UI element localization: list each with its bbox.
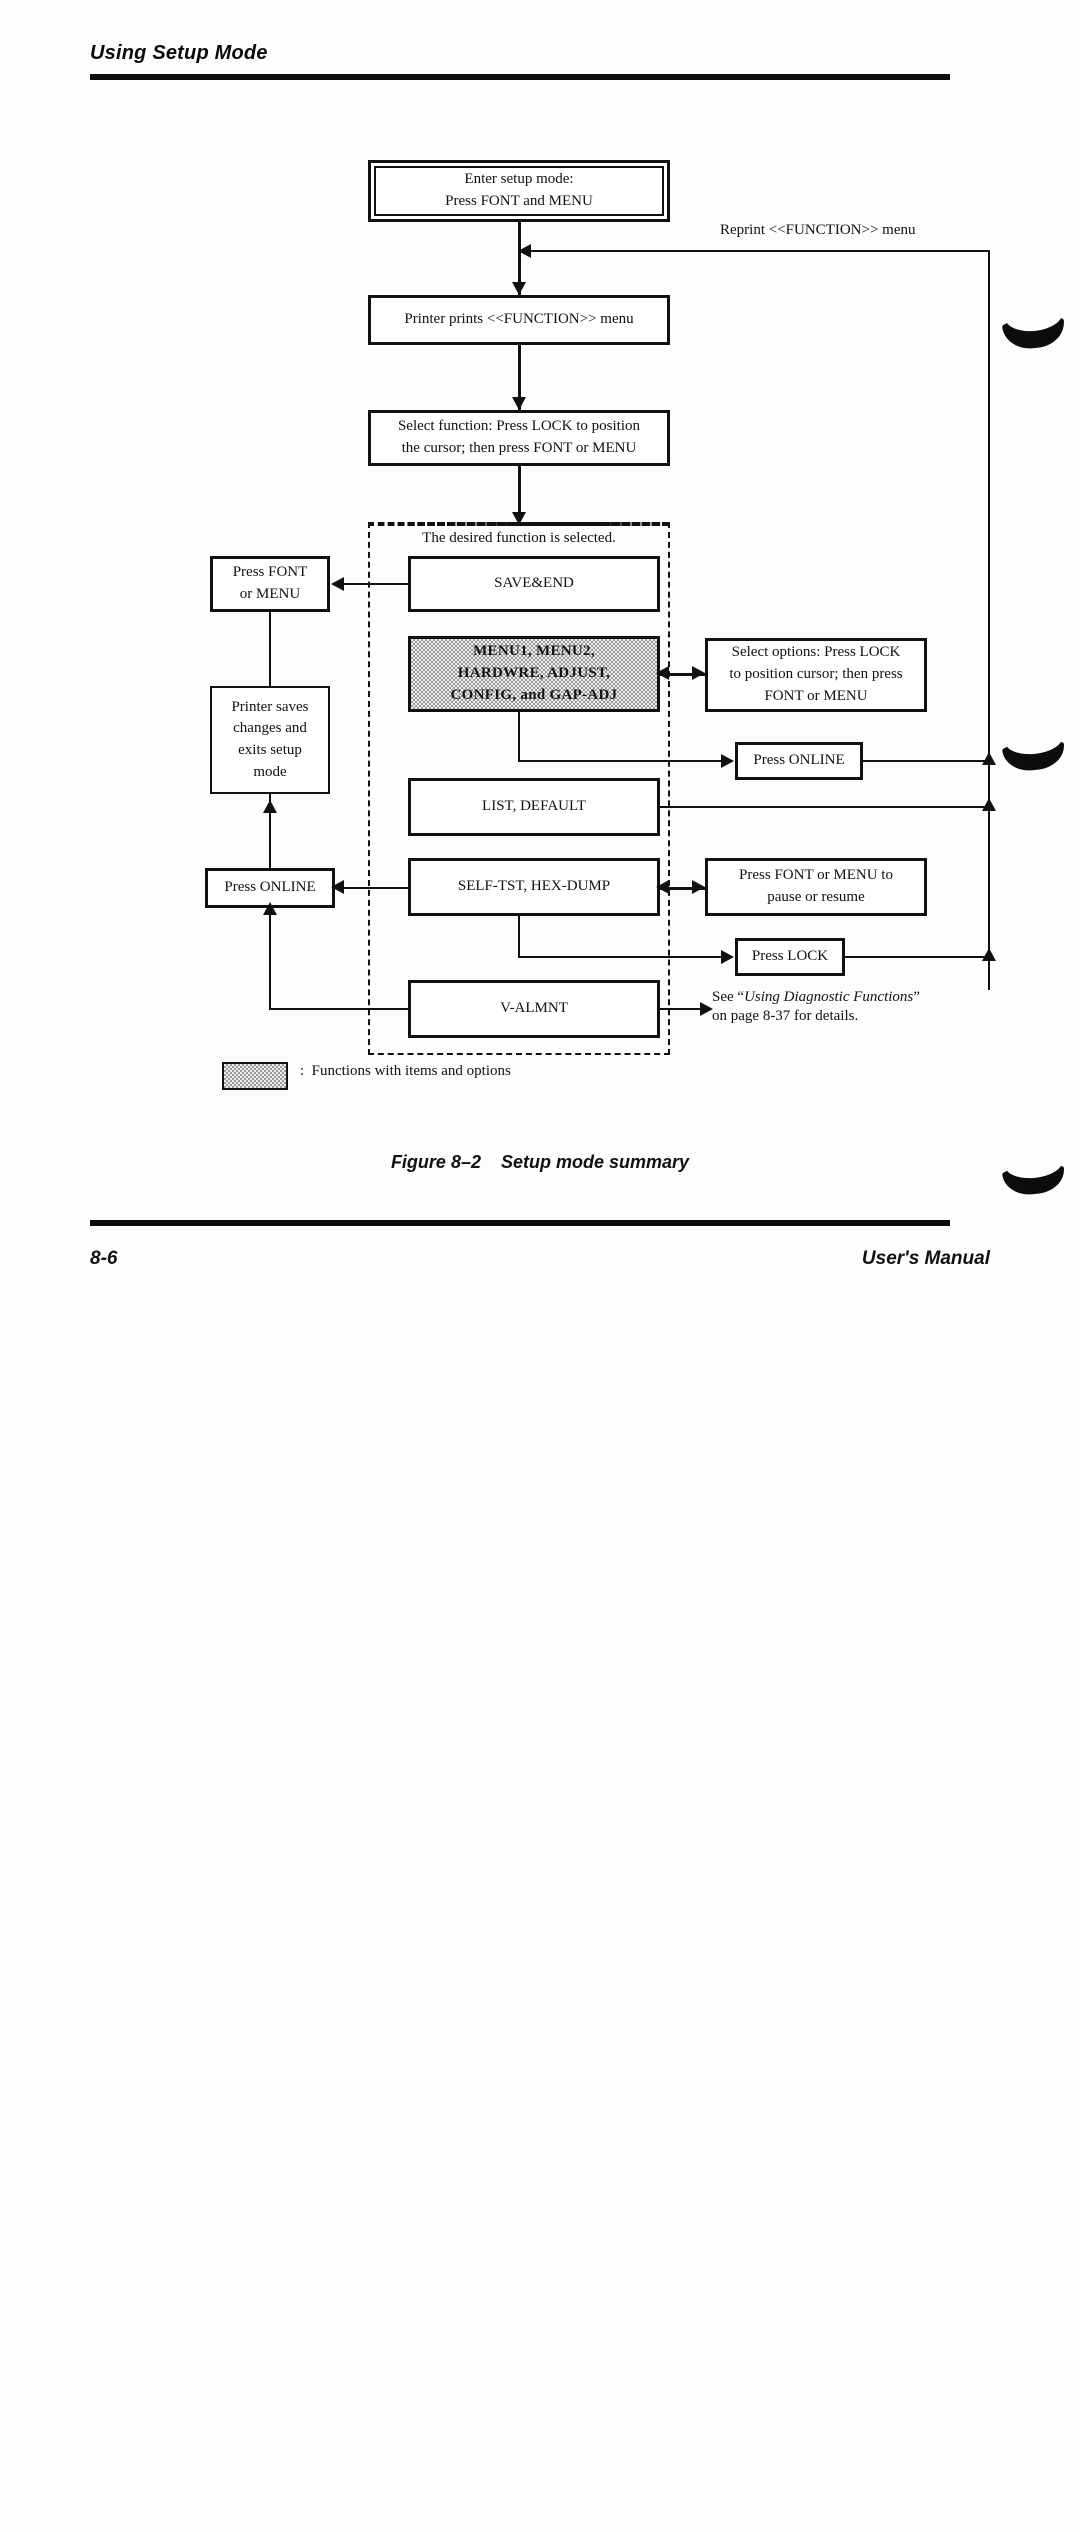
node-self-test-hex-dump[interactable]: SELF-TST, HEX-DUMP — [408, 858, 660, 916]
node-press-online-left-label: Press ONLINE — [224, 879, 316, 896]
legend-separator: : — [300, 1063, 305, 1079]
edge-selftest-to-lock — [518, 956, 723, 958]
node-printer-prints-label: Printer prints <<FUNCTION>> menu — [404, 311, 634, 328]
node-printer-saves-line1: Printer saves — [231, 698, 309, 715]
edge-menu-down — [518, 712, 520, 761]
manual-page: Using Setup Mode 8-6 User's Manual The d… — [0, 0, 1080, 2532]
edge-selftest-to-online — [341, 887, 409, 889]
edge-reprint-return — [520, 250, 990, 252]
arrowhead-right — [721, 754, 734, 768]
node-save-and-end-label: SAVE&END — [494, 575, 574, 592]
node-enter-setup-line2: Press FONT and MENU — [445, 193, 593, 209]
scan-artifact-smudge — [1001, 738, 1067, 774]
node-select-function[interactable]: Select function: Press LOCK to position … — [368, 410, 670, 466]
arrowhead-down — [512, 282, 526, 295]
node-press-font-or-menu[interactable]: Press FONT or MENU — [210, 556, 330, 612]
node-self-test-label: SELF-TST, HEX-DUMP — [457, 878, 611, 895]
diagnostic-note: See “Using Diagnostic Functions” on page… — [712, 988, 992, 1026]
edge-online-to-bus — [863, 760, 990, 762]
node-printer-saves-line3: exits setup — [238, 742, 302, 758]
node-select-options[interactable]: Select options: Press LOCK to position c… — [705, 638, 927, 712]
edge-valmnt-riser — [269, 908, 271, 1009]
node-menu-group-line3: CONFIG, and GAP-ADJ — [450, 686, 618, 703]
arrowhead-up — [263, 800, 277, 813]
arrowhead-left — [656, 666, 669, 680]
legend-shaded-swatch — [222, 1062, 288, 1090]
node-press-font-or-menu-line1: Press FONT — [232, 564, 308, 581]
page-number: 8-6 — [90, 1248, 118, 1269]
arrowhead-right — [692, 666, 705, 680]
node-press-online-right[interactable]: Press ONLINE — [735, 742, 863, 780]
scan-artifact-smudge — [1001, 314, 1067, 352]
edge-lock-to-bus — [845, 956, 990, 958]
arrowhead-up — [982, 798, 996, 811]
arrowhead-up — [982, 752, 996, 765]
arrowhead-left — [331, 577, 344, 591]
arrowhead-down — [512, 397, 526, 410]
arrowhead-left — [331, 880, 344, 894]
arrowhead-up — [982, 948, 996, 961]
figure-caption: Figure 8–2 Setup mode summary — [0, 1152, 1080, 1173]
footer-rule — [90, 1220, 950, 1226]
edge-valmnt-to-note — [660, 1008, 705, 1010]
node-enter-setup-mode[interactable]: Enter setup mode: Press FONT and MENU — [368, 160, 670, 222]
node-printer-saves-changes[interactable]: Printer saves changes and exits setup mo… — [210, 686, 330, 794]
node-v-almnt-label: V-ALMNT — [500, 1000, 568, 1017]
note-italic-title: Using Diagnostic Functions — [744, 989, 914, 1005]
node-select-options-line3: FONT or MENU — [764, 687, 868, 704]
node-press-lock[interactable]: Press LOCK — [735, 938, 845, 976]
node-list-default[interactable]: LIST, DEFAULT — [408, 778, 660, 836]
edge-list-to-bus — [660, 806, 990, 808]
note-suffix: ” — [913, 989, 920, 1005]
edge-font-to-saves — [269, 612, 271, 686]
arrowhead-left — [656, 880, 669, 894]
edge-save-to-press-font — [344, 583, 410, 585]
node-press-font-or-menu-line2: or MENU — [239, 586, 301, 602]
arrowhead-right — [692, 880, 705, 894]
node-printer-saves-line4: mode — [253, 763, 287, 780]
legend-description: Functions with items and options — [311, 1063, 511, 1079]
edge-menu-to-online — [518, 760, 723, 762]
node-select-options-line2: to position cursor; then press — [729, 666, 903, 683]
manual-name: User's Manual — [861, 1248, 990, 1269]
node-menu-group-line1: MENU1, MENU2, — [473, 643, 595, 660]
node-press-online-right-label: Press ONLINE — [753, 752, 845, 769]
group-caption: The desired function is selected. — [422, 530, 616, 546]
node-printer-saves-line2: changes and — [233, 720, 307, 737]
node-save-and-end[interactable]: SAVE&END — [408, 556, 660, 612]
node-pause-resume-line1: Press FONT or MENU to — [739, 867, 893, 884]
edge-selftest-down — [518, 916, 520, 958]
node-select-function-line2: the cursor; then press FONT or MENU — [401, 440, 637, 456]
arrowhead-up — [263, 902, 277, 915]
figure-title: Setup mode summary — [501, 1152, 690, 1172]
node-printer-prints-function-menu[interactable]: Printer prints <<FUNCTION>> menu — [368, 295, 670, 345]
note-line2: on page 8-37 for details. — [712, 1007, 859, 1024]
node-pause-resume-line2: pause or resume — [767, 889, 865, 905]
arrowhead-right — [721, 950, 734, 964]
node-select-function-line1: Select function: Press LOCK to position — [397, 418, 641, 435]
node-menu-group-line2: HARDWRE, ADJUST, — [457, 665, 611, 682]
node-enter-setup-line1: Enter setup mode: — [464, 171, 574, 188]
node-pause-or-resume[interactable]: Press FONT or MENU to pause or resume — [705, 858, 927, 916]
figure-number: Figure 8–2 — [390, 1152, 481, 1172]
node-list-default-label: LIST, DEFAULT — [482, 798, 586, 815]
node-press-lock-label: Press LOCK — [751, 948, 829, 965]
edge-valmnt-to-online — [269, 1008, 410, 1010]
node-v-almnt[interactable]: V-ALMNT — [408, 980, 660, 1038]
node-menu-function-group[interactable]: MENU1, MENU2, HARDWRE, ADJUST, CONFIG, a… — [408, 636, 660, 712]
arrowhead-left — [518, 244, 531, 258]
running-head: Using Setup Mode — [90, 42, 268, 64]
node-select-options-line1: Select options: Press LOCK — [731, 644, 901, 661]
edge-label-reprint: Reprint <<FUNCTION>> menu — [720, 222, 916, 238]
edge-right-bus — [988, 250, 990, 990]
header-rule — [90, 74, 950, 80]
arrowhead-down — [512, 512, 526, 525]
legend-text: : Functions with items and options — [300, 1063, 511, 1080]
note-prefix: See “ — [712, 989, 745, 1005]
